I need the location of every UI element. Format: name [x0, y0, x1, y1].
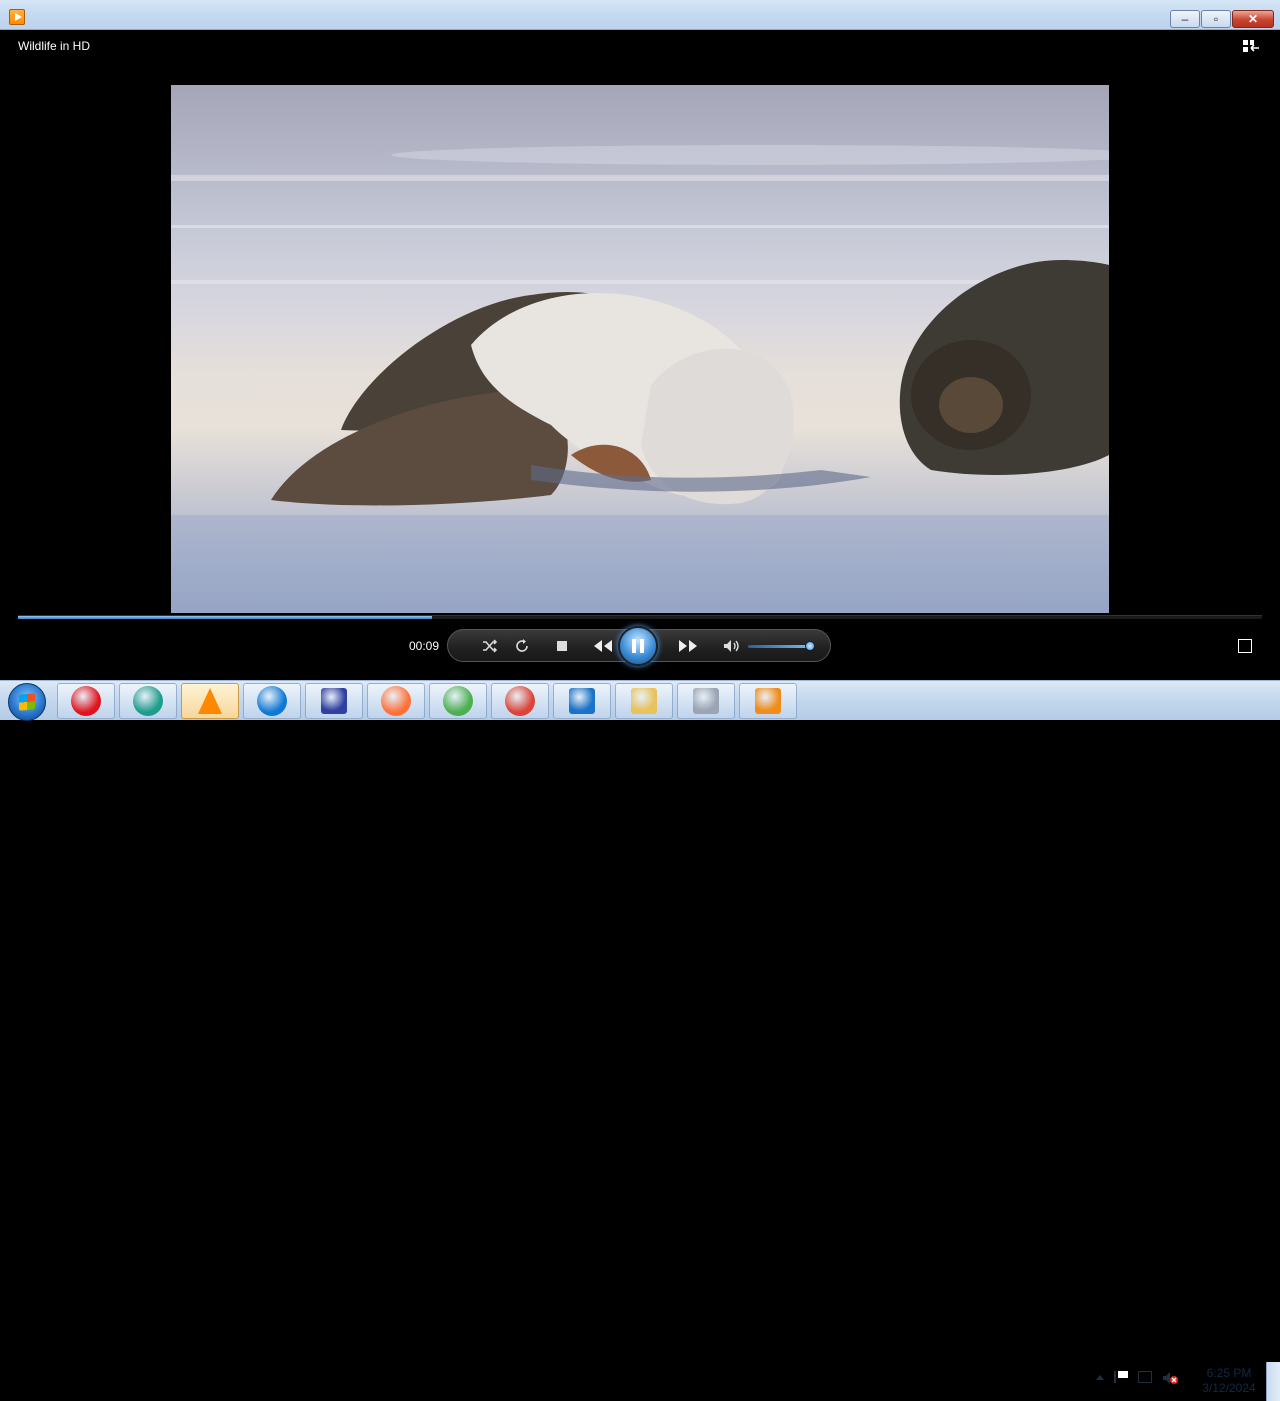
media-title: Wildlife in HD — [18, 39, 91, 53]
repeat-button[interactable] — [510, 635, 534, 657]
taskbar-app-media-player[interactable] — [739, 683, 797, 719]
speaker-icon — [724, 640, 739, 652]
network-icon[interactable] — [1138, 1371, 1152, 1383]
vlc-icon — [198, 688, 222, 714]
save-disk-icon — [321, 688, 347, 714]
rewind-icon — [594, 640, 612, 652]
shuffle-button[interactable] — [478, 635, 502, 657]
seek-bar-fill — [18, 616, 433, 619]
pause-icon — [632, 639, 644, 653]
fast-forward-icon — [679, 640, 697, 652]
player-area[interactable]: Wildlife in HD 00:09 — [8, 30, 1272, 673]
taskbar-app-edge[interactable] — [243, 683, 301, 719]
elapsed-time: 00:09 — [409, 639, 440, 653]
taskbar-app-archive[interactable] — [677, 683, 735, 719]
pause-button[interactable] — [618, 626, 658, 666]
next-button[interactable] — [676, 635, 700, 657]
taskbar-app-windows-logo[interactable] — [429, 683, 487, 719]
seek-bar[interactable] — [18, 615, 1262, 619]
system-tray — [1096, 1371, 1178, 1384]
media-player-app-icon — [9, 9, 25, 25]
fullscreen-icon[interactable] — [1238, 639, 1252, 653]
clock-date: 3/12/2024 — [1202, 1381, 1256, 1395]
volume-slider[interactable] — [748, 645, 810, 648]
stop-icon — [557, 641, 567, 651]
taskbar-app-firefox[interactable] — [367, 683, 425, 719]
stop-button[interactable] — [550, 635, 574, 657]
tray-overflow-icon[interactable] — [1096, 1374, 1104, 1380]
title-bar[interactable]: – ▫ ✕ — [0, 0, 1280, 30]
maximize-button[interactable]: ▫ — [1201, 10, 1231, 28]
taskbar-app-vlc[interactable] — [181, 683, 239, 719]
volume-muted-icon[interactable] — [1162, 1371, 1178, 1384]
file-explorer-icon — [631, 688, 657, 714]
shuffle-icon — [483, 639, 498, 653]
taskbar-app-file-explorer[interactable] — [615, 683, 673, 719]
video-scene — [171, 145, 1109, 613]
playback-controls — [447, 626, 831, 666]
clock-time: 6:25 PM — [1206, 1366, 1252, 1380]
opera-icon — [71, 686, 101, 716]
taskbar-app-save-disk[interactable] — [305, 683, 363, 719]
taskbar-app-opera[interactable] — [57, 683, 115, 719]
media-player-icon — [755, 688, 781, 714]
show-desktop-button[interactable] — [1266, 1362, 1280, 1401]
minimize-button[interactable]: – — [1170, 10, 1200, 28]
edge-icon — [257, 686, 287, 716]
clock[interactable]: 6:25 PM 3/12/2024 — [1196, 1366, 1262, 1396]
chrome-icon — [505, 686, 535, 716]
taskbar: 6:25 PM 3/12/2024 — [0, 680, 1280, 1401]
window-controls: – ▫ ✕ — [1170, 10, 1274, 28]
repeat-icon — [516, 639, 528, 652]
action-center-flag-icon[interactable] — [1114, 1371, 1128, 1383]
windows-logo-icon — [443, 686, 473, 716]
taskbar-app-vscode[interactable] — [553, 683, 611, 719]
ocean-app-icon — [133, 686, 163, 716]
media-player-window: – ▫ ✕ Wildlife in HD 00:09 — [0, 0, 1280, 680]
taskbar-app-chrome[interactable] — [491, 683, 549, 719]
firefox-icon — [381, 686, 411, 716]
mute-button[interactable] — [720, 635, 744, 657]
switch-to-library-icon[interactable] — [1242, 39, 1260, 53]
taskbar-app-ocean-app[interactable] — [119, 683, 177, 719]
start-button[interactable] — [8, 683, 46, 721]
vscode-icon — [569, 688, 595, 714]
previous-button[interactable] — [591, 635, 615, 657]
archive-icon — [693, 688, 719, 714]
video-frame[interactable] — [171, 85, 1109, 613]
volume-slider-thumb[interactable] — [805, 641, 815, 651]
close-button[interactable]: ✕ — [1232, 10, 1274, 28]
